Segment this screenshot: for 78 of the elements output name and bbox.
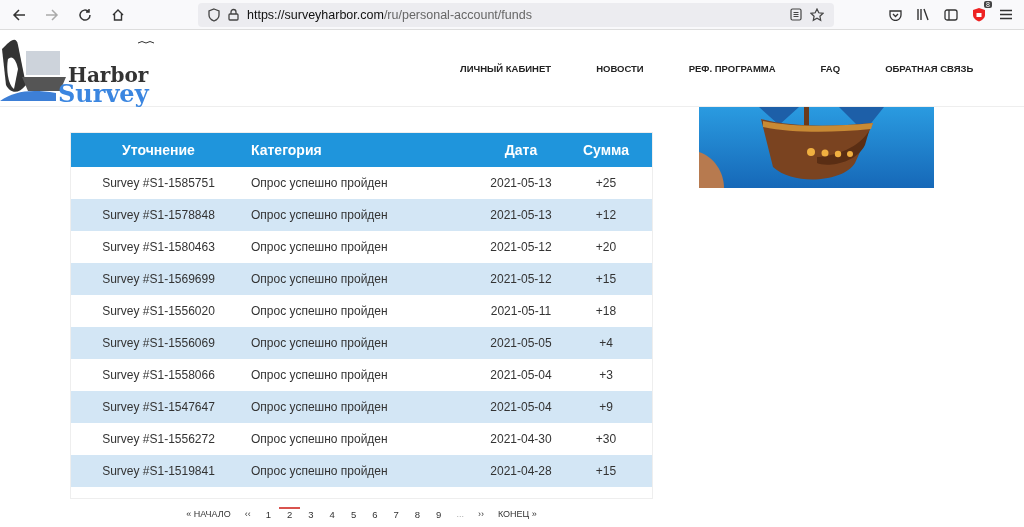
table-cell-text: Опрос успешно пройден [250, 240, 389, 254]
page-link[interactable]: 4 [321, 509, 343, 520]
page-nav-link[interactable]: « НАЧАЛО [179, 509, 238, 520]
table-cell-text: 2021-05-04 [489, 368, 553, 382]
page-nav-link[interactable]: ‹‹ [237, 509, 258, 520]
column-header: Уточнение [121, 142, 196, 158]
page-link[interactable]: 7 [385, 509, 407, 520]
table-cell-text: Survey #S1-1547647 [101, 400, 216, 414]
table-cell-text: +18 [594, 304, 618, 318]
table-cell-text: Опрос успешно пройден [250, 464, 389, 478]
table-cell-text: 2021-04-30 [489, 432, 553, 446]
page-ellipsis: ... [455, 509, 465, 520]
table-cell-text: Опрос успешно пройден [250, 176, 389, 190]
nav-link[interactable]: НОВОСТИ [596, 62, 644, 74]
table-cell-text: +15 [594, 464, 618, 478]
page-link[interactable]: 9 [428, 509, 450, 520]
lock-icon [228, 8, 239, 21]
table-cell-text: +9 [598, 400, 614, 414]
table-cell-text: +3 [598, 368, 614, 382]
table-cell-text: +20 [594, 240, 618, 254]
table-cell-text: Опрос успешно пройден [250, 432, 389, 446]
nav-link[interactable]: ЛИЧНЫЙ КАБИНЕТ [460, 62, 552, 74]
back-icon[interactable] [12, 7, 26, 22]
page-nav-link[interactable]: КОНЕЦ » [490, 509, 544, 520]
table-cell-text: Опрос успешно пройден [250, 336, 389, 350]
star-icon[interactable] [810, 7, 824, 22]
table-cell-text: Survey #S1-1580463 [101, 240, 216, 254]
table-cell-text: 2021-05-11 [489, 304, 553, 318]
library-icon[interactable] [916, 8, 930, 21]
table-cell-text: 2021-05-04 [489, 400, 553, 414]
table-cell-text: Опрос успешно пройден [250, 368, 389, 382]
reader-view-icon[interactable] [790, 8, 802, 21]
page-link[interactable]: 1 [257, 509, 279, 520]
page-link[interactable]: 5 [342, 509, 365, 520]
reload-icon[interactable] [78, 7, 92, 22]
sidebar-icon[interactable] [944, 8, 958, 21]
table-cell-text: Опрос успешно пройден [250, 208, 389, 222]
page-link[interactable]: 2 [279, 507, 301, 520]
nav-link[interactable]: ОБРАТНАЯ СВЯЗЬ [885, 62, 974, 74]
table-cell-text: 2021-05-13 [489, 176, 553, 190]
table-cell-text: 2021-05-05 [489, 336, 553, 350]
pocket-icon[interactable] [889, 8, 902, 21]
column-header: Категория [250, 142, 323, 158]
page-link[interactable]: 3 [300, 509, 322, 520]
nav-link[interactable]: РЕФ. ПРОГРАММА [688, 62, 776, 74]
table-cell-text: +15 [594, 272, 618, 286]
shield-icon[interactable] [208, 7, 220, 22]
table-cell-text: Survey #S1-1519841 [101, 464, 216, 478]
table-cell-text: Survey #S1-1569699 [101, 272, 216, 286]
column-header: Сумма [582, 142, 630, 158]
home-icon[interactable] [111, 7, 125, 22]
url-text: https://surveyharbor.com/ru/personal-account/funds [247, 7, 532, 22]
table-cell-text: 2021-05-12 [489, 272, 553, 286]
table-cell-text: +30 [594, 432, 618, 446]
table-cell-text: Survey #S1-1558066 [101, 368, 216, 382]
table-cell-text: Опрос успешно пройден [250, 400, 389, 414]
shield-extension-icon[interactable] [972, 7, 986, 22]
table-cell-text: 2021-04-28 [489, 464, 553, 478]
nav-link[interactable]: FAQ [820, 62, 841, 74]
page-link[interactable]: 6 [364, 509, 386, 520]
table-cell-text: Survey #S1-1585751 [101, 176, 216, 190]
survey-harbor-logo[interactable]: Harbor Survey [0, 29, 160, 107]
address-bar[interactable]: https://surveyharbor.com/ru/personal-account/funds [198, 2, 834, 27]
column-header: Дата [503, 142, 539, 158]
table-cell-text: Survey #S1-1556272 [101, 432, 216, 446]
table-cell-text: +12 [594, 208, 618, 222]
table-cell-text: 2021-05-13 [489, 208, 553, 222]
page-link[interactable]: 8 [406, 509, 429, 520]
table-cell-text: Survey #S1-1556069 [101, 336, 216, 350]
table-cell-text: Опрос успешно пройден [250, 304, 389, 318]
table-cell-text: Survey #S1-1556020 [101, 304, 216, 318]
page-nav-link[interactable]: ›› [470, 509, 491, 520]
table-cell-text: Опрос успешно пройден [250, 272, 389, 286]
menu-icon[interactable] [1000, 9, 1012, 20]
table-cell-text: +4 [598, 336, 614, 350]
table-cell-text: Survey #S1-1578848 [101, 208, 216, 222]
table-cell-text: +25 [594, 176, 618, 190]
table-cell-text: 2021-05-12 [489, 240, 553, 254]
